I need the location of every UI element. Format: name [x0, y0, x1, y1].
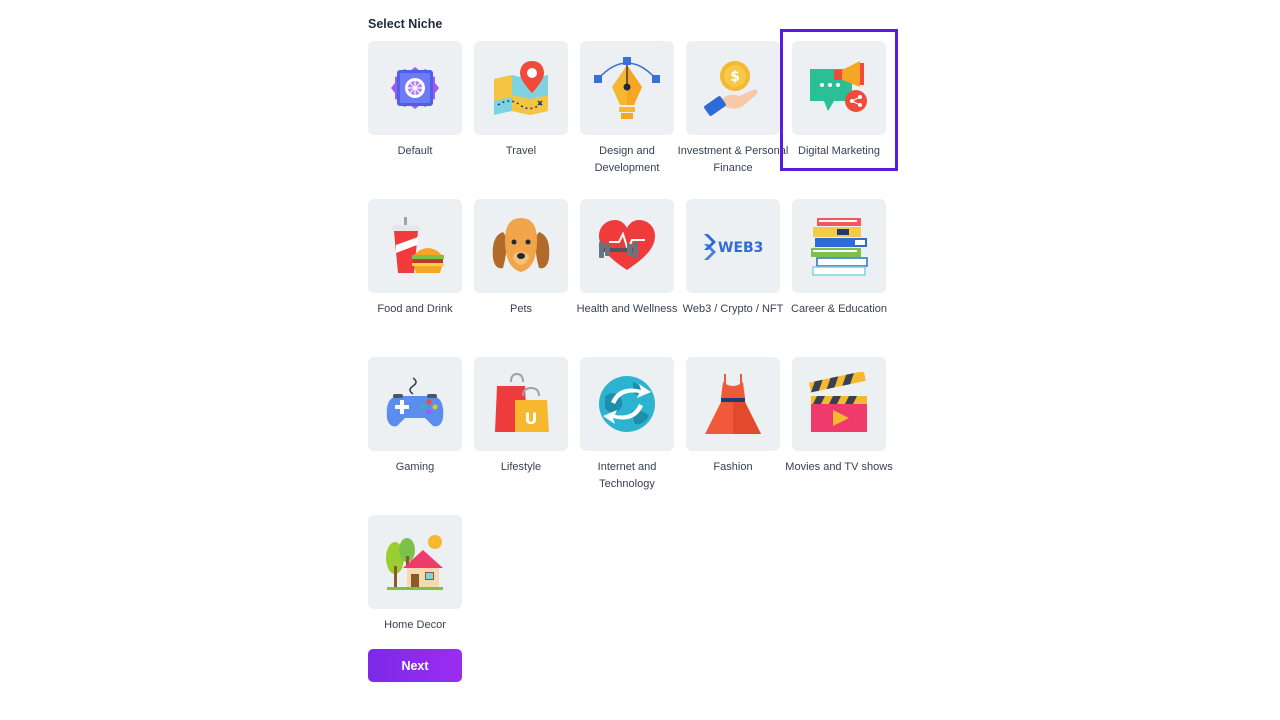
web3-logo-icon: WEB3 [704, 234, 763, 260]
niche-label: Investment & Personal Finance [677, 145, 789, 174]
niche-label: Fashion [713, 461, 753, 473]
globe-arrows-icon [599, 376, 655, 432]
niche-card-design[interactable]: Design and Development [580, 41, 674, 177]
niche-label: Digital Marketing [798, 145, 880, 157]
niche-label: Pets [509, 303, 532, 315]
next-button[interactable]: Next [368, 649, 462, 682]
niche-label: Career & Education [791, 303, 887, 315]
niche-card-pets[interactable]: Pets [474, 199, 568, 318]
bag-letter-text: U [525, 409, 538, 428]
books-stack-icon [811, 218, 868, 276]
niche-card-home-decor[interactable]: Home Decor [368, 515, 462, 634]
niche-card-health[interactable]: Health and Wellness [577, 199, 677, 318]
niche-tile [368, 199, 462, 293]
niche-card-food[interactable]: Food and Drink [368, 199, 462, 318]
niche-tile [580, 199, 674, 293]
niche-label: Travel [505, 145, 537, 157]
niche-tile [368, 357, 462, 451]
niche-tile [792, 357, 886, 451]
niche-tile: $ [686, 41, 780, 135]
niche-card-digital-marketing[interactable]: Digital Marketing [780, 29, 898, 171]
niche-card-default[interactable]: Default [368, 41, 462, 160]
niche-label: Internet and Technology [597, 461, 657, 490]
niche-tile: U [474, 357, 568, 451]
clapperboard-icon [808, 372, 867, 432]
heart-dumbbell-icon [599, 220, 655, 270]
niche-card-lifestyle[interactable]: U Lifestyle [474, 357, 568, 476]
map-pin-icon [494, 61, 548, 115]
niche-card-internet[interactable]: Internet and Technology [580, 357, 674, 493]
web3-logo-text: WEB3 [718, 240, 763, 256]
niche-tile [580, 41, 674, 135]
niche-label: Food and Drink [377, 303, 453, 315]
niche-tile [792, 41, 886, 135]
niche-tile: WEB3 [686, 199, 780, 293]
niche-label: Movies and TV shows [785, 461, 893, 473]
niche-card-gaming[interactable]: Gaming [368, 357, 462, 476]
svg-text:$: $ [730, 69, 740, 85]
niche-label: Web3 / Crypto / NFT [682, 303, 784, 315]
pen-tool-icon [594, 57, 660, 119]
niche-label: Default [397, 145, 433, 157]
niche-label: Lifestyle [500, 461, 542, 473]
niche-tile [474, 41, 568, 135]
niche-tile [580, 357, 674, 451]
niche-tile [368, 515, 462, 609]
gamepad-icon [386, 377, 444, 427]
niche-selection-page: Select Niche Default Travel Design and D… [0, 0, 1280, 720]
coin-hand-icon: $ [704, 61, 758, 116]
dog-icon [492, 218, 550, 272]
niche-card-travel[interactable]: Travel [474, 41, 568, 160]
niche-card-web3[interactable]: WEB3 Web3 / Crypto / NFT [683, 199, 783, 318]
niche-card-movies[interactable]: Movies and TV shows [785, 357, 893, 476]
soda-burger-icon [392, 217, 444, 273]
niche-card-fashion[interactable]: Fashion [686, 357, 780, 476]
niche-label: Home Decor [384, 619, 446, 631]
niche-card-investment[interactable]: $ Investment & Personal Finance [678, 41, 788, 177]
niche-label: Gaming [395, 461, 435, 473]
niche-label: Design and Development [594, 145, 660, 174]
niche-card-career[interactable]: Career & Education [791, 199, 887, 318]
settings-gear-icon [391, 67, 439, 109]
dress-icon [705, 374, 761, 434]
niche-grid: Default Travel Design and Development $ … [368, 29, 898, 641]
shopping-bags-icon: U [495, 372, 549, 432]
niche-tile [792, 199, 886, 293]
niche-tile [474, 199, 568, 293]
niche-tile [686, 357, 780, 451]
house-trees-icon [386, 535, 443, 590]
page-title: Select Niche [368, 17, 443, 31]
niche-label: Health and Wellness [576, 303, 678, 315]
megaphone-chat-icon [810, 61, 867, 112]
niche-tile [368, 41, 462, 135]
